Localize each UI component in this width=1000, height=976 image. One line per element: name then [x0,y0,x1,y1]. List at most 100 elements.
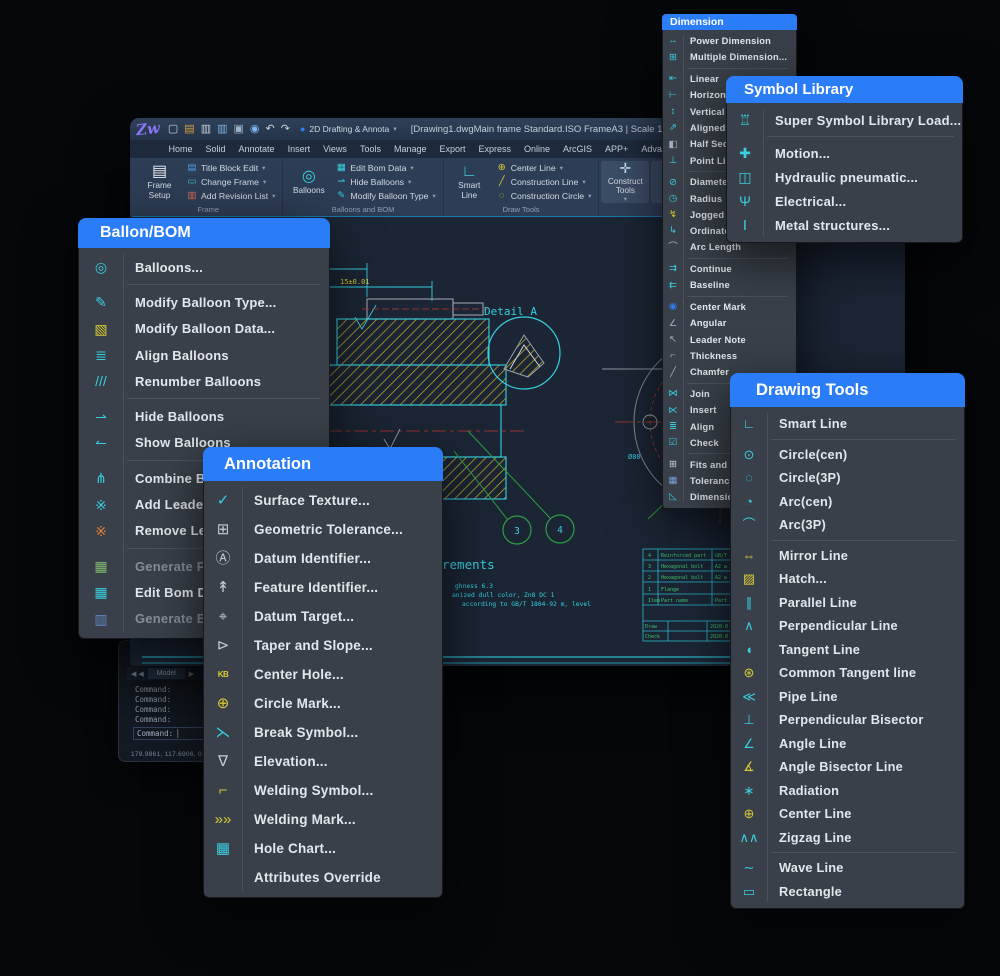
menu-item-zigzag-line[interactable]: ∧∧Zigzag Line [731,826,964,850]
tab-views[interactable]: Views [317,140,354,158]
menu-item-wave-line[interactable]: ∼Wave Line [731,856,964,880]
menu-item-metal-structures[interactable]: ⅠMetal structures... [727,213,962,237]
menu-item-power-dimension[interactable]: ↔Power Dimension [663,33,796,49]
menu-item-datum-identifier[interactable]: ⒶDatum Identifier... [204,544,442,573]
menu-item-label: Continue [683,264,732,274]
menu-item-hide-balloons[interactable]: ⇀Hide Balloons [79,403,329,429]
chevron-down-icon: ▾ [624,196,627,203]
menu-item-motion[interactable]: ✚Motion... [727,141,962,165]
menu-item-perpendicular-bisector[interactable]: ⊥Perpendicular Bisector [731,708,964,732]
ribbon-button-construction-circle[interactable]: ◌Construction Circle▾ [493,189,595,202]
menu-item-balloons[interactable]: ◎Balloons... [79,254,329,280]
menu-item-label: Check [683,438,719,448]
preview-icon[interactable]: ◉ [250,124,260,135]
ribbon-button-title-block-edit[interactable]: ▤Title Block Edit▾ [183,161,278,174]
workspace-switcher[interactable]: ● 2D Drafting & Annota ▾ [300,124,397,134]
menu-item-attributes-override[interactable]: Attributes Override [204,863,442,892]
tab-tools[interactable]: Tools [353,140,387,158]
tab-arcgis[interactable]: ArcGIS [557,140,599,158]
menu-item-renumber-balloons[interactable]: ///Renumber Balloons [79,368,329,394]
ribbon-button-balloons[interactable]: ◎Balloons [285,159,332,204]
menu-item-align-balloons[interactable]: ≣Align Balloons [79,342,329,368]
menu-item-surface-texture[interactable]: ✓Surface Texture... [204,486,442,515]
ribbon-button-frame-setup[interactable]: ▤FrameSetup [136,159,183,204]
menu-item-hydraulic-pneumatic[interactable]: ◫Hydraulic pneumatic... [727,165,962,189]
menu-item-pipe-line[interactable]: ≪Pipe Line [731,685,964,709]
ballon-bom-panel-header[interactable]: Ballon/BOM [78,218,330,248]
new-file-icon[interactable]: ▢ [168,124,178,135]
menu-item-circle-3p[interactable]: ◌Circle(3P) [731,466,964,490]
open-folder-icon[interactable]: ▤ [184,124,194,135]
menu-item-center-mark[interactable]: ◉Center Mark [663,299,796,315]
ribbon-button-construction-line[interactable]: ╱Construction Line▾ [493,175,595,188]
symbol-library-panel-header[interactable]: Symbol Library [726,76,963,103]
menu-item-hatch[interactable]: ▨Hatch... [731,567,964,591]
ribbon-button-smart-line[interactable]: ∟SmartLine [446,159,493,204]
menu-item-leader-note[interactable]: ↖Leader Note [663,332,796,348]
menu-item-hole-chart[interactable]: ▦Hole Chart... [204,834,442,863]
menu-item-break-symbol[interactable]: ⋋Break Symbol... [204,718,442,747]
menu-item-center-hole[interactable]: KBCenter Hole... [204,660,442,689]
menu-item-datum-target[interactable]: ⌖Datum Target... [204,602,442,631]
ribbon-button-add-revision-list[interactable]: ▥Add Revision List▾ [183,189,278,202]
tab-nav-right-icon[interactable]: ▶ [189,670,194,678]
tab-home[interactable]: Home [162,140,199,158]
menu-item-parallel-line[interactable]: ∥Parallel Line [731,591,964,615]
tab-manage[interactable]: Manage [387,140,433,158]
menu-item-elevation[interactable]: ∇Elevation... [204,747,442,776]
plot-icon[interactable]: ▣ [234,124,244,135]
menu-item-angle-line[interactable]: ∠Angle Line [731,732,964,756]
save-as-icon[interactable]: ▥ [217,124,227,135]
ribbon-button-modify-balloon-type[interactable]: ✎Modify Balloon Type▾ [332,189,438,202]
tab-model[interactable]: Model [148,668,185,679]
tab-nav-left-icon[interactable]: ◀ ◀ [131,670,144,678]
ribbon-button-change-frame[interactable]: ▭Change Frame▾ [183,175,278,188]
menu-item-geometric-tolerance[interactable]: ⊞Geometric Tolerance... [204,515,442,544]
menu-item-modify-balloon-type[interactable]: ✎Modify Balloon Type... [79,289,329,315]
menu-item-rectangle[interactable]: ▭Rectangle [731,880,964,904]
menu-item-super-symbol-library-load[interactable]: ♖Super Symbol Library Load... [727,108,962,132]
tab-online[interactable]: Online [518,140,557,158]
menu-item-taper-and-slope[interactable]: ⊳Taper and Slope... [204,631,442,660]
menu-item-center-line[interactable]: ⊕Center Line [731,802,964,826]
tab-export[interactable]: Export [433,140,472,158]
redo-icon[interactable]: ↷ [281,124,290,135]
menu-item-common-tangent-line[interactable]: ⊛Common Tangent line [731,661,964,685]
menu-item-perpendicular-line[interactable]: ∧Perpendicular Line [731,614,964,638]
menu-item-multiple-dimension[interactable]: ⊞Multiple Dimension... [663,49,796,65]
menu-item-arc-cen[interactable]: ◔Arc(cen) [731,490,964,514]
menu-item-modify-balloon-data[interactable]: ▧Modify Balloon Data... [79,316,329,342]
menu-item-mirror-line[interactable]: ⇔Mirror Line [731,544,964,568]
ribbon-button-construct-tools[interactable]: ✛ConstructTools▾ [601,161,649,203]
tab-insert[interactable]: Insert [281,140,317,158]
menu-item-welding-symbol[interactable]: ⌐Welding Symbol... [204,776,442,805]
menu-item-smart-line[interactable]: ∟Smart Line [731,412,964,436]
menu-item-label: Datum Identifier... [242,551,371,566]
menu-item-angle-bisector-line[interactable]: ∡Angle Bisector Line [731,755,964,779]
drawing-tools-panel-header[interactable]: Drawing Tools [730,373,965,407]
tab-express[interactable]: Express [472,140,518,158]
ribbon-button-edit-bom-data[interactable]: ▦Edit Bom Data▾ [332,161,438,174]
tab-annotate[interactable]: Annotate [232,140,281,158]
tab-solid[interactable]: Solid [199,140,232,158]
menu-item-circle-mark[interactable]: ⊕Circle Mark... [204,689,442,718]
tab-app[interactable]: APP+ [599,140,635,158]
menu-item-continue[interactable]: ⇉Continue [663,261,796,277]
menu-item-label: Zigzag Line [767,830,852,845]
menu-item-tangent-line[interactable]: ◖Tangent Line [731,638,964,662]
save-icon[interactable]: ▥ [201,124,211,135]
annotation-panel-header[interactable]: Annotation [203,447,443,481]
menu-item-circle-cen[interactable]: ⊙Circle(cen) [731,443,964,467]
menu-item-arc-3p[interactable]: ⌒Arc(3P) [731,513,964,537]
menu-item-feature-identifier[interactable]: ↟Feature Identifier... [204,573,442,602]
menu-item-angular[interactable]: ∠Angular [663,315,796,331]
undo-icon[interactable]: ↶ [266,124,275,135]
menu-item-welding-mark[interactable]: »»Welding Mark... [204,805,442,834]
ribbon-button-hide-balloons[interactable]: ⇀Hide Balloons▾ [332,175,438,188]
menu-item-electrical[interactable]: ΨElectrical... [727,189,962,213]
menu-item-radiation[interactable]: ∗Radiation [731,779,964,803]
ribbon-button-center-line[interactable]: ⊕Center Line▾ [493,161,595,174]
menu-item-thickness[interactable]: ⌐Thickness [663,348,796,364]
dimension-panel-header[interactable]: Dimension [662,14,797,30]
menu-item-baseline[interactable]: ⇇Baseline [663,277,796,293]
